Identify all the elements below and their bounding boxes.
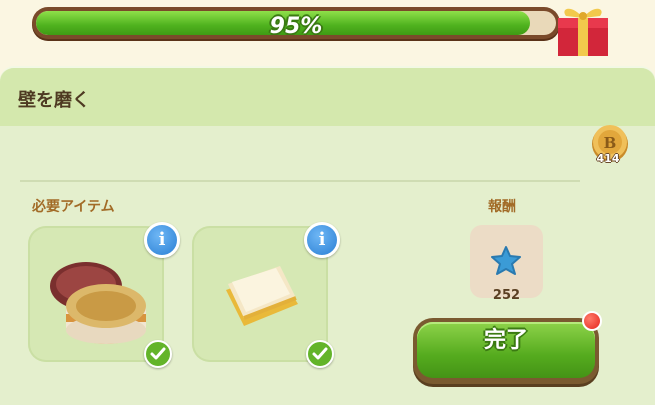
progress-track: 95% [36, 11, 556, 35]
progress-label: 95% [269, 14, 323, 35]
item-info-button[interactable]: i [304, 222, 340, 258]
reward-label: 報酬 [488, 199, 516, 215]
notification-dot [582, 311, 602, 331]
task-title: 壁を磨く [18, 90, 90, 111]
item-info-button[interactable]: i [144, 222, 180, 258]
reward-count: 252 [492, 288, 521, 303]
cloth-icon [226, 266, 298, 326]
cream-jar-icon [50, 262, 146, 344]
coin-count: 414 [596, 152, 620, 165]
progress-bar: 95% [32, 7, 560, 39]
check-icon [144, 340, 172, 368]
required-item-cream-jar[interactable]: i [28, 222, 180, 368]
panel-header: 壁を磨く [0, 68, 655, 126]
complete-button-label: 完了 [417, 322, 595, 378]
gift-icon[interactable] [552, 0, 614, 56]
blue-star-icon [491, 246, 521, 275]
divider [20, 180, 580, 182]
check-icon [306, 340, 334, 368]
required-item-cloth[interactable]: i [192, 222, 340, 368]
coin-b-icon: B [592, 125, 628, 162]
required-items-label: 必要アイテム [32, 199, 115, 215]
complete-button[interactable]: 完了 [413, 318, 599, 384]
svg-text:B: B [604, 134, 617, 152]
